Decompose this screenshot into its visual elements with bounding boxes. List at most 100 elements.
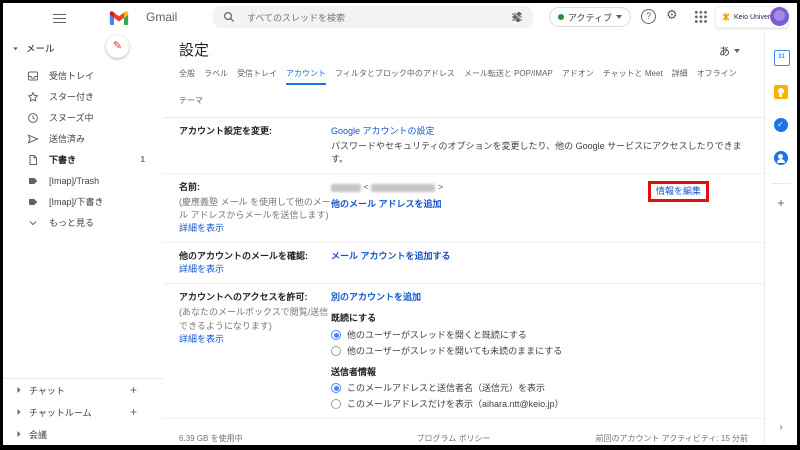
name-value: < > bbox=[331, 181, 648, 194]
tab-accounts[interactable]: アカウント bbox=[286, 68, 326, 85]
sidebar-item-label: [Imap]/Trash bbox=[49, 176, 99, 186]
section-label: 他のアカウントのメールを確認: 詳細を表示 bbox=[179, 250, 331, 276]
availability-status-chip[interactable]: アクティブ bbox=[549, 7, 631, 27]
gmail-window: Gmail アクティブ ? ⚙ Keio University bbox=[3, 3, 797, 445]
tab-labels[interactable]: ラベル bbox=[204, 68, 228, 85]
google-apps-icon[interactable] bbox=[694, 10, 707, 23]
radio-label: このメールアドレスと送信者名（送信元）を表示 bbox=[347, 382, 545, 395]
sidebar-item-more[interactable]: もっと見る bbox=[3, 212, 163, 233]
panel-divider bbox=[771, 183, 791, 184]
radio-option-mark-read[interactable]: 他のユーザーがスレッドを開くと既読にする bbox=[331, 329, 748, 342]
grant-access-details-link[interactable]: 詳細を表示 bbox=[179, 334, 224, 344]
add-room-button[interactable]: + bbox=[130, 405, 137, 419]
section-right: 情報を編集 bbox=[648, 181, 748, 235]
mark-as-read-group-title: 既読にする bbox=[331, 312, 748, 325]
google-account-settings-link[interactable]: Google アカウントの設定 bbox=[331, 126, 435, 136]
sidebar-section-meet[interactable]: 会議 bbox=[3, 423, 163, 445]
sidebar-item-label: 送信済み bbox=[49, 132, 85, 145]
account-avatar[interactable] bbox=[770, 7, 789, 26]
sidebar-item-drafts[interactable]: 下書き 1 bbox=[3, 149, 163, 170]
topbar: Gmail アクティブ ? ⚙ Keio University bbox=[3, 3, 797, 31]
menu-icon[interactable] bbox=[53, 11, 66, 22]
tab-addons[interactable]: アドオン bbox=[562, 68, 594, 85]
add-chat-button[interactable]: + bbox=[130, 383, 137, 397]
triangle-down-icon bbox=[11, 44, 20, 53]
sidebar-mail-label: メール bbox=[26, 41, 55, 55]
arrow-right-icon bbox=[13, 428, 25, 440]
radio-option-show-sender-name[interactable]: このメールアドレスと送信者名（送信元）を表示 bbox=[331, 382, 748, 395]
tab-themes[interactable]: テーマ bbox=[179, 95, 203, 110]
section-grant-access: アカウントへのアクセスを許可: (あなたのメールボックスで閲覧/送信できるように… bbox=[163, 284, 764, 418]
edit-info-link[interactable]: 情報を編集 bbox=[656, 186, 701, 196]
search-input[interactable] bbox=[245, 6, 499, 30]
sidebar-item-label: もっと見る bbox=[49, 216, 94, 229]
redacted-email bbox=[371, 184, 435, 192]
program-policies-link[interactable]: プログラム ポリシー bbox=[417, 434, 491, 443]
chevron-down-icon bbox=[734, 49, 740, 53]
tab-filters[interactable]: フィルタとブロック中のアドレス bbox=[335, 68, 455, 85]
label-icon bbox=[27, 196, 39, 208]
search-icon[interactable] bbox=[223, 11, 235, 23]
hide-panel-icon[interactable]: › bbox=[765, 422, 797, 433]
tab-chat-meet[interactable]: チャットと Meet bbox=[603, 68, 663, 85]
radio-unselected-icon[interactable] bbox=[331, 346, 341, 356]
check-mail-details-link[interactable]: 詳細を表示 bbox=[179, 264, 224, 274]
arrow-right-icon bbox=[13, 406, 25, 418]
sidebar-item-snoozed[interactable]: スヌーズ中 bbox=[3, 107, 163, 128]
radio-option-show-address-only[interactable]: このメールアドレスだけを表示（aihara.ntt@keio.jp） bbox=[331, 398, 748, 411]
settings-gear-icon[interactable]: ⚙ bbox=[666, 7, 678, 23]
sidebar-item-inbox[interactable]: 受信トレイ bbox=[3, 65, 163, 86]
tab-inbox[interactable]: 受信トレイ bbox=[237, 68, 277, 85]
meet-label: 会議 bbox=[29, 428, 47, 441]
section-content: < > 他のメール アドレスを追加 bbox=[331, 181, 648, 235]
contacts-icon[interactable] bbox=[774, 151, 789, 165]
sidebar-item-imap-drafts[interactable]: [Imap]/下書き bbox=[3, 191, 163, 212]
compose-button[interactable]: ✎ bbox=[106, 35, 129, 58]
tasks-icon[interactable]: ✓ bbox=[774, 118, 789, 132]
ime-label: あ bbox=[719, 43, 730, 59]
help-icon[interactable]: ? bbox=[641, 9, 656, 24]
sidebar-item-label: 受信トレイ bbox=[49, 69, 94, 82]
send-icon bbox=[27, 133, 39, 145]
tab-offline[interactable]: オフライン bbox=[697, 68, 737, 85]
gmail-logo-icon bbox=[108, 9, 130, 25]
section-content: 別のアカウントを追加 既読にする 他のユーザーがスレッドを開くと既読にする 他の… bbox=[331, 291, 748, 410]
radio-option-keep-unread[interactable]: 他のユーザーがスレッドを開いても未読のままにする bbox=[331, 345, 748, 358]
check-mail-label: 他のアカウントのメールを確認: bbox=[179, 251, 308, 261]
label-icon bbox=[27, 175, 39, 187]
storage-usage: 6.39 GB を使用中 bbox=[179, 433, 349, 445]
clock-icon bbox=[27, 112, 39, 124]
sidebar-item-sent[interactable]: 送信済み bbox=[3, 128, 163, 149]
section-name: 名前: (慶應義塾 メール を使用して他のメール アドレスからメールを送信します… bbox=[163, 174, 764, 243]
radio-unselected-icon[interactable] bbox=[331, 399, 341, 409]
calendar-icon[interactable]: 31 bbox=[774, 50, 789, 66]
chat-label: チャット bbox=[29, 384, 65, 397]
sidebar-item-imap-trash[interactable]: [Imap]/Trash bbox=[3, 170, 163, 191]
name-label: 名前: bbox=[179, 182, 200, 192]
keep-icon[interactable] bbox=[774, 85, 789, 99]
tab-forwarding[interactable]: メール転送と POP/IMAP bbox=[464, 68, 553, 85]
sidebar-section-rooms[interactable]: チャットルーム + bbox=[3, 401, 163, 423]
sidebar-section-mail[interactable]: メール bbox=[11, 41, 55, 55]
radio-selected-icon[interactable] bbox=[331, 383, 341, 393]
tab-general[interactable]: 全般 bbox=[179, 68, 195, 85]
gmail-wordmark: Gmail bbox=[146, 10, 177, 24]
sidebar-section-chat[interactable]: チャット + bbox=[3, 379, 163, 401]
status-label: アクティブ bbox=[568, 11, 612, 24]
radio-selected-icon[interactable] bbox=[331, 330, 341, 340]
search-options-icon[interactable] bbox=[511, 11, 523, 23]
section-check-mail: 他のアカウントのメールを確認: 詳細を表示 メール アカウントを追加する bbox=[163, 243, 764, 284]
add-mail-account-link[interactable]: メール アカウントを追加する bbox=[331, 251, 451, 261]
sidebar-bottom: チャット + チャットルーム + 会議 bbox=[3, 378, 163, 445]
tab-advanced[interactable]: 詳細 bbox=[672, 68, 688, 85]
get-addons-button[interactable]: + bbox=[765, 196, 797, 210]
section-label: アカウントへのアクセスを許可: (あなたのメールボックスで閲覧/送信できるように… bbox=[179, 291, 331, 410]
add-email-address-link[interactable]: 他のメール アドレスを追加 bbox=[331, 199, 442, 209]
search-bar[interactable] bbox=[213, 6, 533, 28]
sidebar-item-starred[interactable]: スター付き bbox=[3, 86, 163, 107]
section-label: アカウント設定を変更: bbox=[179, 125, 331, 166]
sidebar: メール ✎ 受信トレイ スター付き スヌーズ中 送信済み 下書き bbox=[3, 31, 163, 445]
name-details-link[interactable]: 詳細を表示 bbox=[179, 223, 224, 233]
add-another-account-link[interactable]: 別のアカウントを追加 bbox=[331, 292, 421, 302]
input-method-indicator[interactable]: あ bbox=[719, 43, 740, 59]
